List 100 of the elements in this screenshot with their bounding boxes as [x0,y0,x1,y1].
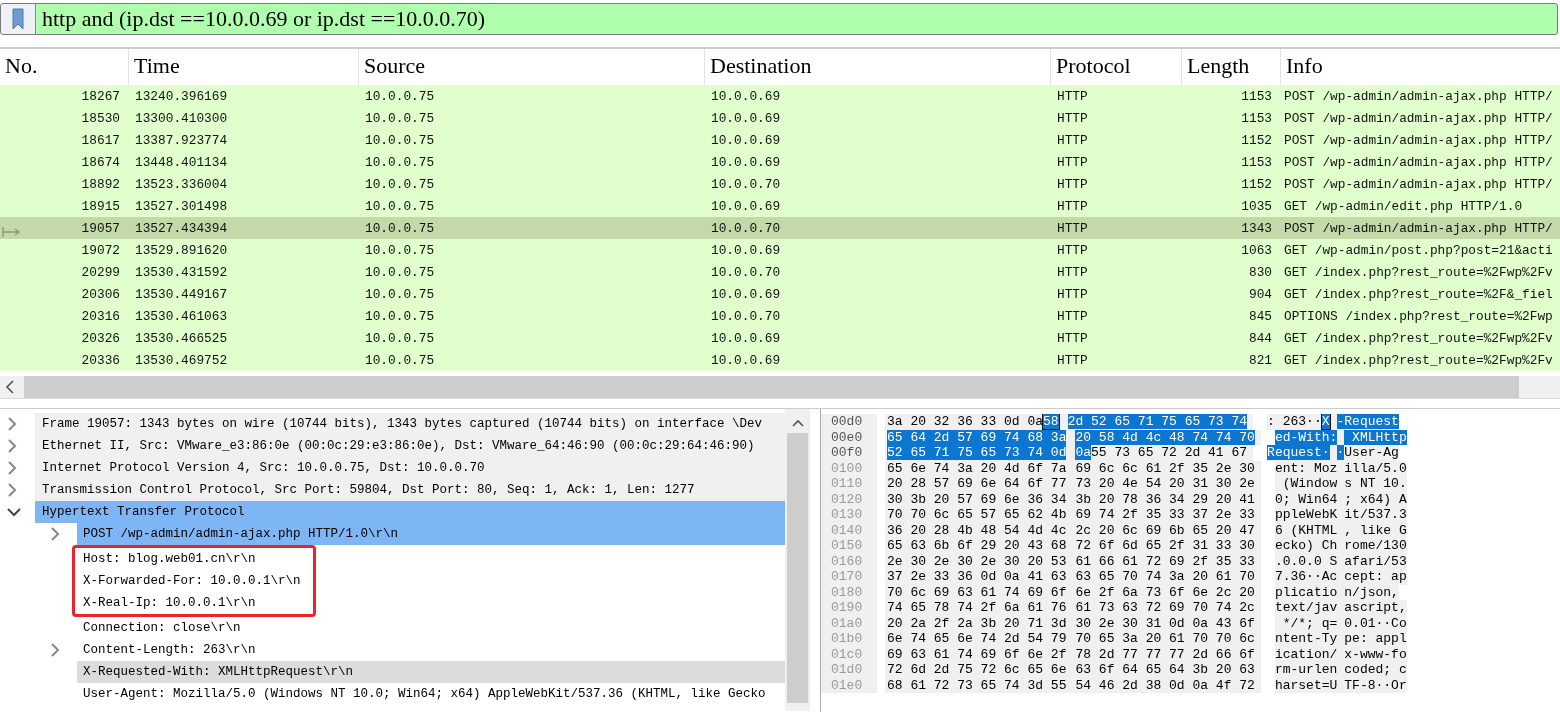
hex-bytes[interactable]: 54 46 2d 38 0d 0a 4f 72 [1073,677,1255,693]
packet-row[interactable]: 19072 13529.891620 10.0.0.75 10.0.0.69 HTTP 1063 GET /wp-admin/post.php?post=21&acti [0,239,1560,261]
hex-bytes[interactable]: 69 6c 6c 61 2f 35 2e 30 [1073,460,1255,476]
hex-bytes[interactable]: 2d 52 65 71 75 65 73 74 [1065,414,1248,430]
hex-bytes[interactable]: 69 63 61 74 69 6f 6e 2f [885,646,1067,662]
hex-bytes[interactable]: 20 28 57 69 6e 64 6f 77 [885,476,1067,492]
ascii-text[interactable]: 0.01··Co [1344,615,1407,631]
packet-row[interactable]: 20326 13530.466525 10.0.0.75 10.0.0.69 HTTP 844 GET /index.php?rest_route=%2Fwp%2Fv [0,327,1560,349]
caret-right-icon[interactable] [7,461,17,475]
hex-bytes[interactable]: 3b 20 78 36 34 29 20 41 [1073,491,1255,507]
ascii-text[interactable]: rm-urlen [1274,662,1338,678]
hex-bytes[interactable]: 70 65 3a 20 61 70 70 6c [1073,631,1255,647]
hex-bytes[interactable]: 69 74 2f 35 33 37 2e 33 [1073,507,1255,523]
hex-bytes[interactable]: 72 6d 2d 75 72 6c 65 6e [885,662,1067,678]
hex-bytes[interactable]: 61 66 61 72 69 2f 35 33 [1073,553,1255,569]
packet-row[interactable]: 18530 13300.410300 10.0.0.75 10.0.0.69 HTTP 1153 POST /wp-admin/admin-ajax.php HTTP/ [0,107,1560,129]
packet-row[interactable]: 18674 13448.401134 10.0.0.75 10.0.0.69 HTTP 1153 POST /wp-admin/admin-ajax.php HTTP/ [0,151,1560,173]
hex-bytes[interactable]: 70 6c 69 63 61 74 69 6f [885,584,1067,600]
vertical-scrollbar[interactable] [785,409,810,711]
hex-bytes[interactable]: 30 3b 20 57 69 6e 36 34 [885,491,1067,507]
tree-item[interactable]: X-Forwarded-For: 10.0.0.1\r\n [77,570,313,592]
hex-bytes[interactable]: 6e 2f 6a 73 6f 6e 2c 20 [1073,584,1255,600]
ascii-text[interactable]: ; x64) A [1344,491,1407,507]
ascii-text[interactable]: ecko) Ch [1274,538,1338,554]
ascii-text[interactable]: n/json, [1344,584,1399,600]
tree-item[interactable]: Host: blog.web01.cn\r\n [77,548,313,570]
ascii-text[interactable]: (Window [1274,476,1338,492]
ascii-text[interactable]: -Request [1336,414,1399,430]
ascii-text[interactable]: ascript, [1344,600,1407,616]
hex-bytes[interactable]: 2e 30 2e 30 2e 30 20 53 [885,553,1067,569]
tree-item[interactable]: X-Real-Ip: 10.0.0.1\r\n [77,592,313,614]
caret-right-icon[interactable] [7,439,17,453]
hex-bytes[interactable]: 52 65 71 75 65 73 74 0d [885,445,1067,461]
caret-right-icon[interactable] [50,643,60,657]
column-header[interactable]: No. [0,49,128,85]
ascii-text[interactable]: illa/5.0 [1344,460,1407,476]
hex-bytes[interactable]: 63 65 70 74 3a 20 61 70 [1073,569,1255,585]
packet-row[interactable]: 18915 13527.301498 10.0.0.75 10.0.0.69 HTTP 1035 GET /wp-admin/edit.php HTTP/1.0 [0,195,1560,217]
hex-bytes[interactable]: 73 20 4e 54 20 31 30 2e [1073,476,1255,492]
hex-bytes[interactable]: 70 70 6c 65 57 65 62 4b [885,507,1067,523]
ascii-text[interactable]: ent: Moz [1274,460,1338,476]
packet-row[interactable]: 18892 13523.336004 10.0.0.75 10.0.0.70 HTTP 1152 POST /wp-admin/admin-ajax.php HTTP/ [0,173,1560,195]
packet-row[interactable]: 20306 13530.449167 10.0.0.75 10.0.0.69 HTTP 904 GET /index.php?rest_route=%2F&_fiel [0,283,1560,305]
scroll-left-icon[interactable] [5,380,15,394]
ascii-text[interactable]: Request· [1267,445,1330,461]
tree-item[interactable]: Content-Length: 263\r\n [77,639,785,661]
ascii-text[interactable]: afari/53 [1344,553,1407,569]
hex-bytes[interactable]: 65 63 6b 6f 29 20 43 68 [885,538,1067,554]
ascii-text[interactable]: plicatio [1274,584,1338,600]
caret-right-icon[interactable] [50,527,60,541]
ascii-text[interactable]: .0.0.0 S [1274,553,1338,569]
hex-bytes[interactable]: 72 6f 6d 65 2f 31 33 30 [1073,538,1255,554]
hex-bytes[interactable]: 2c 20 6c 69 6b 65 20 47 [1073,522,1255,538]
ascii-text[interactable]: text/jav [1274,600,1338,616]
caret-right-icon[interactable] [7,483,17,497]
hex-bytes[interactable]: 68 61 72 73 65 74 3d 55 [885,677,1067,693]
hex-bytes[interactable]: 0a55 73 65 72 2d 41 67 [1073,445,1248,461]
ascii-text[interactable]: ication/ [1274,646,1338,662]
caret-right-icon[interactable] [7,417,17,431]
ascii-text[interactable]: ntent-Ty [1274,631,1338,647]
packet-row[interactable]: 18617 13387.923774 10.0.0.75 10.0.0.69 HTTP 1152 POST /wp-admin/admin-ajax.php HTTP/ [0,129,1560,151]
tree-item[interactable]: X-Requested-With: XMLHttpRequest\r\n [77,661,785,683]
ascii-text[interactable]: s NT 10. [1344,476,1407,492]
tree-item[interactable]: User-Agent: Mozilla/5.0 (Windows NT 10.0; Win64; x64) AppleWebKit/537.36 (KHTML, like Gecko [77,683,785,705]
ascii-text[interactable]: ppleWebK [1274,507,1338,523]
hex-bytes[interactable]: 6e 74 65 6e 74 2d 54 79 [885,631,1067,647]
ascii-text[interactable]: cept: ap [1344,569,1407,585]
caret-down-icon[interactable] [7,507,21,517]
packet-row[interactable]: 19057 13527.434394 10.0.0.75 10.0.0.70 HTTP 1343 POST /wp-admin/admin-ajax.php HTTP/ [0,217,1560,239]
packet-row[interactable]: 20336 13530.469752 10.0.0.75 10.0.0.69 HTTP 821 GET /index.php?rest_route=%2Fwp%2Fv [0,349,1560,371]
ascii-text[interactable]: rome/130 [1344,538,1407,554]
packet-row[interactable]: 20316 13530.461063 10.0.0.75 10.0.0.70 HTTP 845 OPTIONS /index.php?rest_route=%2Fwp [0,305,1560,327]
hex-bytes[interactable]: 63 6f 64 65 64 3b 20 63 [1073,662,1255,678]
ascii-text[interactable]: it/537.3 [1344,507,1407,523]
hex-bytes[interactable]: 74 65 78 74 2f 6a 61 76 [885,600,1067,616]
ascii-text[interactable]: pe: appl [1344,631,1407,647]
ascii-text[interactable]: TF-8··Or [1344,677,1407,693]
ascii-text[interactable]: : 263··X [1267,414,1330,430]
ascii-text[interactable]: */*; q= [1274,615,1338,631]
ascii-text[interactable]: harset=U [1274,677,1338,693]
packet-row[interactable]: 18267 13240.396169 10.0.0.75 10.0.0.69 HTTP 1153 POST /wp-admin/admin-ajax.php HTTP/ [0,85,1560,107]
hex-bytes[interactable]: 37 2e 33 36 0d 0a 41 63 [885,569,1067,585]
ascii-text[interactable]: ·User-Ag [1336,445,1399,461]
scrollbar-thumb[interactable] [787,433,808,703]
ascii-text[interactable]: coded; c [1344,662,1407,678]
scroll-up-icon[interactable] [791,419,804,427]
ascii-text[interactable]: x-www-fo [1344,646,1407,662]
bookmark-icon[interactable] [12,8,24,30]
ascii-text[interactable]: , like G [1344,522,1407,538]
ascii-text[interactable]: 6 (KHTML [1274,522,1338,538]
hex-bytes[interactable]: 20 2a 2f 2a 3b 20 71 3d [885,615,1067,631]
hex-bytes[interactable]: 3a 20 32 36 33 0d 0a58 [885,414,1059,430]
hex-bytes[interactable]: 36 20 28 4b 48 54 4d 4c [885,522,1067,538]
packet-row[interactable]: 20299 13530.431592 10.0.0.75 10.0.0.70 HTTP 830 GET /index.php?rest_route=%2Fwp%2Fv [0,261,1560,283]
hex-bytes[interactable]: 65 6e 74 3a 20 4d 6f 7a [885,460,1067,476]
tree-item[interactable]: Connection: close\r\n [77,617,785,639]
hex-bytes[interactable]: 30 2e 30 31 0d 0a 43 6f [1073,615,1255,631]
hex-bytes[interactable]: 61 73 63 72 69 70 74 2c [1073,600,1255,616]
ascii-text[interactable]: 7.36··Ac [1274,569,1338,585]
ascii-text[interactable]: 0; Win64 [1274,491,1338,507]
